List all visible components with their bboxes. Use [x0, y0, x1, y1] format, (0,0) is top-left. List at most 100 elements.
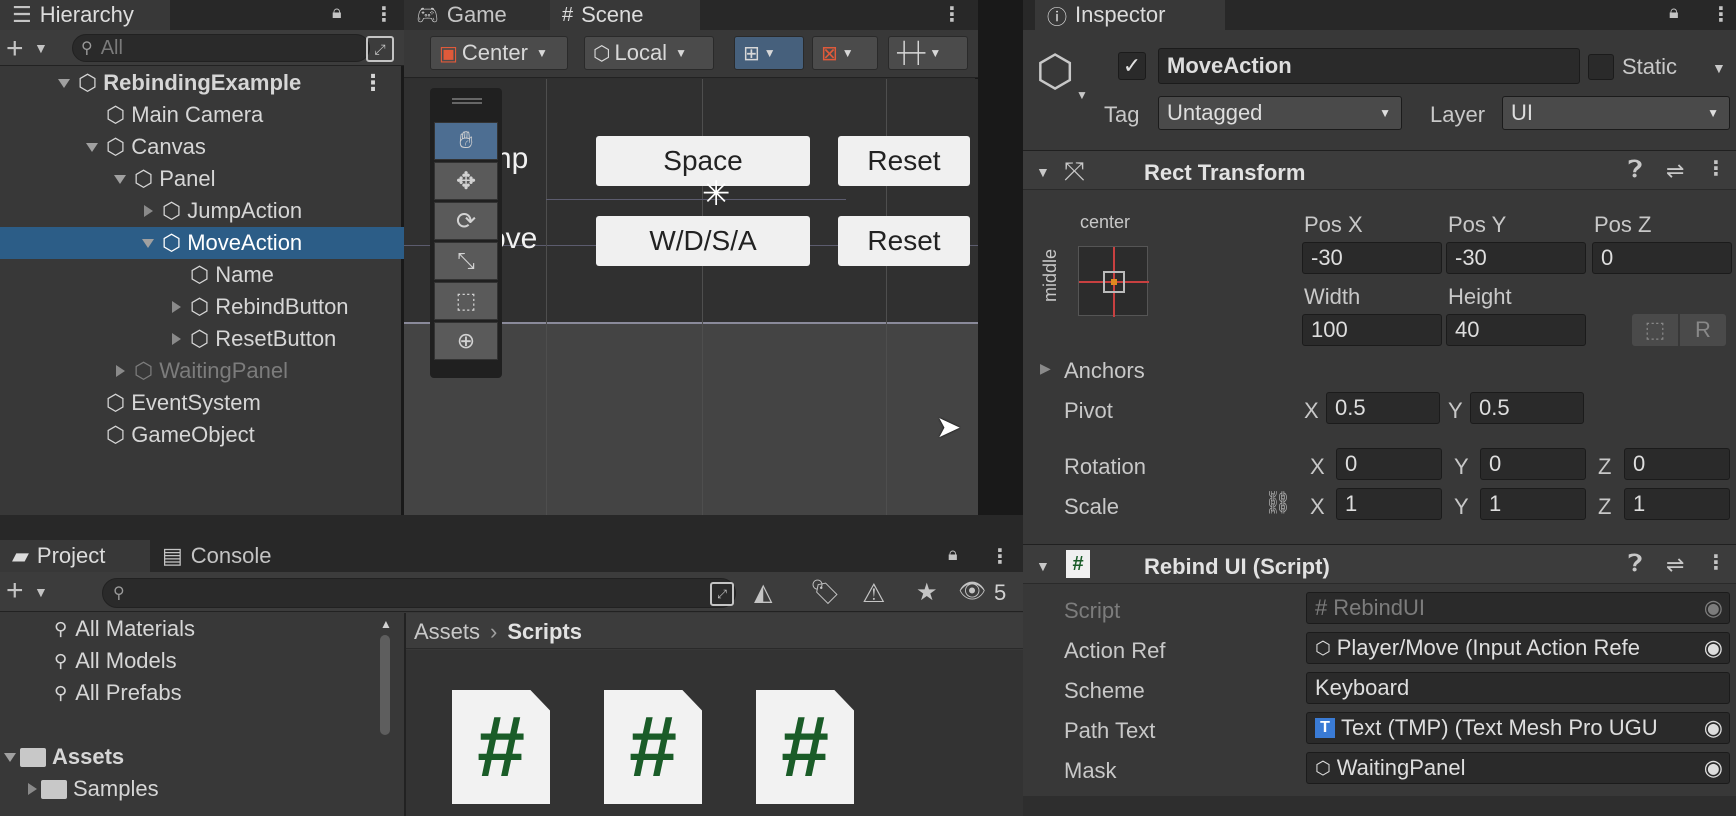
more-icon[interactable]: ⋮: [990, 544, 1010, 569]
breadcrumb-assets[interactable]: Assets: [414, 619, 480, 645]
object-picker-icon[interactable]: ◉: [1704, 715, 1723, 741]
samples-folder[interactable]: Samples: [0, 773, 404, 805]
more-icon[interactable]: ⋮: [1706, 156, 1726, 181]
script-file-icon[interactable]: #: [452, 690, 550, 804]
expand-arrow-icon[interactable]: [112, 365, 128, 377]
hierarchy-item[interactable]: ⬡ Canvas: [0, 131, 404, 163]
scheme-field[interactable]: Keyboard: [1306, 672, 1730, 704]
pivot-x-field[interactable]: 0.5: [1326, 392, 1440, 424]
chevron-down-icon[interactable]: ▼: [1076, 88, 1088, 102]
expand-arrow-icon[interactable]: [56, 78, 72, 88]
hierarchy-item[interactable]: ⬡ MoveAction: [0, 227, 404, 259]
tab-game[interactable]: 🎮︎ Game: [404, 0, 550, 30]
pivot-mode-button[interactable]: ▣ Center ▼: [430, 36, 568, 70]
search-options-icon[interactable]: ⤢: [710, 582, 734, 606]
rect-tool-button[interactable]: ⬚: [434, 282, 498, 320]
rot-z-field[interactable]: 0: [1624, 448, 1730, 480]
mask-field[interactable]: ⬡ WaitingPanel ◉: [1306, 752, 1730, 784]
path-text-field[interactable]: T Text (TMP) (Text Mesh Pro UGU ◉: [1306, 712, 1730, 744]
chevron-down-icon[interactable]: ▼: [1036, 558, 1050, 574]
transform-tool-button[interactable]: ⊕: [434, 322, 498, 360]
expand-arrow-icon[interactable]: [4, 752, 16, 762]
help-icon[interactable]: ❓︎: [1628, 156, 1642, 184]
add-icon[interactable]: +: [6, 574, 24, 608]
link-icon[interactable]: ⛓︎: [1264, 490, 1292, 516]
object-name-input[interactable]: MoveAction: [1158, 48, 1580, 84]
hand-tool-button[interactable]: ✋︎: [434, 122, 498, 160]
object-picker-icon[interactable]: ◉: [1704, 635, 1723, 661]
lock-icon[interactable]: 🔒︎: [332, 2, 342, 23]
hierarchy-item[interactable]: ⬡ WaitingPanel: [0, 355, 404, 387]
tab-project[interactable]: ▰ Project: [0, 540, 150, 572]
hidden-eye-icon[interactable]: 👁︎: [958, 578, 986, 604]
posz-field[interactable]: 0: [1592, 242, 1732, 274]
hierarchy-item[interactable]: ⬡ RebindingExample ⋮: [0, 67, 404, 99]
favorite-star-icon[interactable]: ★: [916, 578, 938, 607]
grid-snap-button[interactable]: ⊞ ▼: [734, 36, 804, 70]
script-file-icon[interactable]: #: [604, 690, 702, 804]
tab-inspector[interactable]: ⓘ Inspector: [1035, 0, 1225, 30]
object-picker-icon[interactable]: ◉: [1704, 755, 1723, 781]
layer-dropdown[interactable]: UI ▼: [1502, 96, 1730, 130]
action-ref-field[interactable]: ⬡ Player/Move (Input Action Refe ◉: [1306, 632, 1730, 664]
blueprint-mode-button[interactable]: ⬚: [1632, 314, 1678, 346]
favorite-item[interactable]: ⚲ All Models: [0, 645, 404, 677]
tab-hierarchy[interactable]: ☰ Hierarchy: [0, 0, 170, 30]
rot-y-field[interactable]: 0: [1480, 448, 1586, 480]
presets-icon[interactable]: ⇌: [1666, 552, 1684, 578]
more-icon[interactable]: ⋮: [1706, 550, 1726, 575]
active-checkbox[interactable]: ✓: [1118, 52, 1146, 80]
expand-arrow-icon[interactable]: [168, 333, 184, 345]
expand-arrow-icon[interactable]: [28, 783, 37, 795]
rotate-tool-button[interactable]: ⟳: [434, 202, 498, 240]
breadcrumb-scripts[interactable]: Scripts: [507, 619, 582, 645]
scale-tool-button[interactable]: ⤡: [434, 242, 498, 280]
chevron-down-icon[interactable]: ▼: [1712, 60, 1726, 76]
anchor-presets-button[interactable]: [1078, 246, 1149, 317]
jump-reset-button[interactable]: Reset: [838, 136, 970, 186]
scale-x-field[interactable]: 1: [1336, 488, 1442, 520]
tag-dropdown[interactable]: Untagged ▼: [1158, 96, 1402, 130]
rot-x-field[interactable]: 0: [1336, 448, 1442, 480]
lock-icon[interactable]: 🔒︎: [948, 544, 958, 565]
posy-field[interactable]: -30: [1446, 242, 1586, 274]
assets-folder[interactable]: Assets: [0, 741, 404, 773]
scale-z-field[interactable]: 1: [1624, 488, 1730, 520]
chevron-down-icon[interactable]: ▼: [34, 584, 48, 600]
width-field[interactable]: 100: [1302, 314, 1442, 346]
overlay-drag-handle[interactable]: [452, 98, 482, 104]
tab-console[interactable]: ▤ Console: [150, 540, 300, 572]
filter-type-icon[interactable]: ◭: [754, 578, 772, 607]
search-options-icon[interactable]: ⤢: [366, 36, 394, 62]
move-rebind-button[interactable]: W/D/S/A: [596, 216, 810, 266]
favorite-item[interactable]: ⚲ All Materials: [0, 613, 404, 645]
pivot-rotation-button[interactable]: ⬡ Local ▼: [584, 36, 714, 70]
expand-arrow-icon[interactable]: [140, 238, 156, 248]
hierarchy-item[interactable]: ⬡ RebindButton: [0, 291, 404, 323]
more-icon[interactable]: ⋮: [362, 70, 384, 96]
ruler-button[interactable]: ┼┼ ▼: [888, 36, 968, 70]
expand-arrow-icon[interactable]: [112, 174, 128, 184]
warning-icon[interactable]: ⚠: [862, 578, 885, 609]
more-icon[interactable]: ⋮: [1711, 2, 1731, 27]
increment-snap-button[interactable]: ⊠ ▼: [812, 36, 878, 70]
hierarchy-item[interactable]: ⬡ EventSystem: [0, 387, 404, 419]
hierarchy-item[interactable]: ⬡ Main Camera: [0, 99, 404, 131]
hierarchy-item[interactable]: ⬡ Panel: [0, 163, 404, 195]
raw-edit-button[interactable]: R: [1680, 314, 1726, 346]
static-checkbox[interactable]: [1588, 54, 1614, 80]
favorite-item[interactable]: ⚲ All Prefabs: [0, 677, 404, 709]
move-reset-button[interactable]: Reset: [838, 216, 970, 266]
hierarchy-item[interactable]: ⬡ ResetButton: [0, 323, 404, 355]
anchors-label[interactable]: Anchors: [1064, 358, 1145, 384]
script-file-icon[interactable]: #: [756, 690, 854, 804]
scale-y-field[interactable]: 1: [1480, 488, 1586, 520]
lock-icon[interactable]: 🔒︎: [1669, 2, 1679, 23]
presets-icon[interactable]: ⇌: [1666, 158, 1684, 184]
posx-field[interactable]: -30: [1302, 242, 1442, 274]
add-icon[interactable]: +: [6, 32, 24, 66]
expand-arrow-icon[interactable]: [84, 142, 100, 152]
chevron-down-icon[interactable]: ▼: [1036, 164, 1050, 180]
more-icon[interactable]: ⋮: [942, 2, 962, 27]
expand-arrow-icon[interactable]: [140, 205, 156, 217]
